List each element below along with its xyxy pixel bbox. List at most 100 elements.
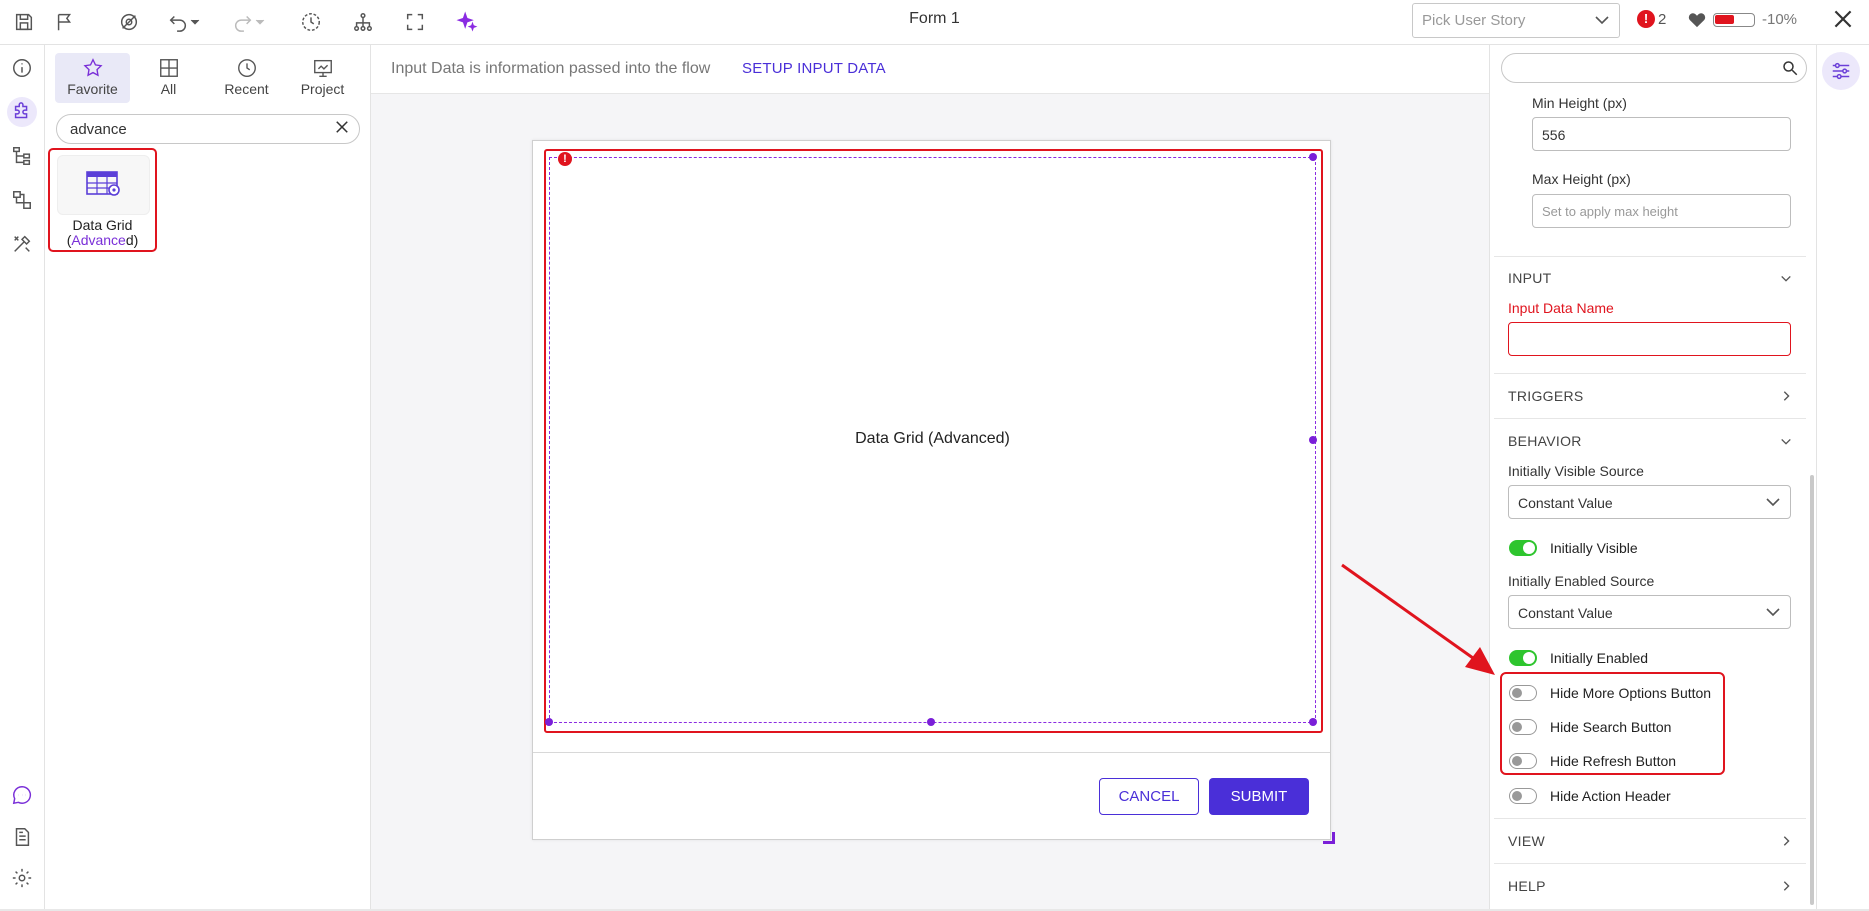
- form-divider: [533, 752, 1330, 753]
- components-icon[interactable]: [7, 97, 37, 127]
- resize-handle[interactable]: [1309, 436, 1317, 444]
- flow-icon[interactable]: [7, 185, 37, 215]
- tab-label: Recent: [224, 81, 269, 97]
- health-bar-fill: [1715, 15, 1734, 24]
- fullscreen-icon[interactable]: [401, 8, 429, 36]
- properties-search-input[interactable]: [1501, 53, 1807, 83]
- data-grid-label: Data Grid (Advanced): [50, 218, 155, 248]
- input-data-name-field[interactable]: [1508, 322, 1791, 356]
- tab-label: Favorite: [67, 81, 118, 97]
- hide-action-header-label: Hide Action Header: [1550, 788, 1671, 804]
- initially-enabled-label: Initially Enabled: [1550, 650, 1649, 666]
- chevron-down-icon[interactable]: [1780, 273, 1792, 285]
- tools-icon[interactable]: [7, 229, 37, 259]
- search-match-text: Advance: [71, 232, 126, 248]
- health-bar: [1713, 13, 1755, 27]
- search-icon[interactable]: [1781, 59, 1799, 77]
- info-icon[interactable]: [7, 53, 37, 83]
- section-divider: [1494, 373, 1806, 374]
- user-story-placeholder: Pick User Story: [1422, 12, 1526, 29]
- chevron-down-icon[interactable]: [1780, 436, 1792, 448]
- max-height-label: Max Height (px): [1532, 171, 1631, 187]
- save-icon[interactable]: [10, 8, 38, 36]
- chevron-down-icon: [1595, 16, 1609, 25]
- tab-recent[interactable]: Recent: [209, 53, 284, 103]
- clear-search-icon[interactable]: [333, 118, 351, 136]
- canvas-header: Input Data is information passed into th…: [371, 45, 1489, 94]
- tree-icon[interactable]: [7, 141, 37, 171]
- document-icon[interactable]: [7, 822, 37, 852]
- palette-search-input[interactable]: advance: [56, 114, 360, 144]
- redo-dropdown-icon[interactable]: [253, 8, 267, 36]
- error-count[interactable]: 2: [1658, 11, 1666, 28]
- label-text: d): [125, 232, 139, 248]
- section-divider: [1494, 863, 1806, 864]
- data-grid-advanced-item[interactable]: Data Grid (Advanced): [48, 148, 157, 252]
- behavior-section-header[interactable]: BEHAVIOR: [1508, 433, 1582, 449]
- tab-favorite[interactable]: Favorite: [55, 53, 130, 103]
- section-divider: [1494, 418, 1806, 419]
- sliders-icon: [1832, 62, 1850, 80]
- flag-icon[interactable]: [51, 8, 79, 36]
- form-resize-corner[interactable]: [1323, 832, 1335, 844]
- input-data-name-label: Input Data Name: [1508, 300, 1614, 316]
- chevron-down-icon: [1766, 498, 1780, 507]
- initially-visible-toggle[interactable]: [1509, 540, 1537, 556]
- tab-label: Project: [300, 81, 345, 97]
- chevron-right-icon[interactable]: [1780, 835, 1792, 847]
- user-story-select[interactable]: Pick User Story: [1412, 3, 1620, 38]
- data-grid-placeholder-label: Data Grid (Advanced): [855, 430, 1010, 447]
- error-icon[interactable]: !: [558, 152, 572, 166]
- project-icon: [313, 59, 332, 77]
- properties-sliders-button[interactable]: [1822, 52, 1860, 90]
- min-height-input[interactable]: 556: [1532, 117, 1791, 151]
- visible-source-select[interactable]: Constant Value: [1508, 485, 1791, 519]
- help-section-header[interactable]: HELP: [1508, 878, 1546, 894]
- hide-more-options-toggle[interactable]: [1509, 685, 1537, 701]
- data-grid-tile: [57, 155, 150, 215]
- hide-more-options-label: Hide More Options Button: [1550, 685, 1712, 701]
- error-icon[interactable]: !: [1637, 10, 1655, 28]
- cancel-button[interactable]: CANCEL: [1099, 778, 1199, 815]
- hide-refresh-label: Hide Refresh Button: [1550, 753, 1677, 769]
- tab-project[interactable]: Project: [285, 53, 360, 103]
- tab-all[interactable]: All: [131, 53, 206, 103]
- preview-icon[interactable]: [115, 8, 143, 36]
- initially-enabled-toggle[interactable]: [1509, 650, 1537, 666]
- properties-scrollbar[interactable]: [1810, 475, 1814, 905]
- visible-source-label: Initially Visible Source: [1508, 463, 1644, 479]
- enabled-source-value: Constant Value: [1518, 605, 1613, 621]
- enabled-source-select[interactable]: Constant Value: [1508, 595, 1791, 629]
- hierarchy-icon[interactable]: [349, 8, 377, 36]
- section-divider: [1494, 256, 1806, 257]
- resize-handle[interactable]: [1309, 153, 1317, 161]
- close-icon[interactable]: [1830, 6, 1856, 32]
- input-section-header[interactable]: INPUT: [1508, 270, 1552, 286]
- grid-icon: [159, 59, 178, 77]
- ai-sparkle-icon[interactable]: [453, 8, 481, 36]
- hide-refresh-toggle[interactable]: [1509, 753, 1537, 769]
- view-section-header[interactable]: VIEW: [1508, 833, 1545, 849]
- chevron-right-icon[interactable]: [1780, 390, 1792, 402]
- hide-search-toggle[interactable]: [1509, 719, 1537, 735]
- chat-icon[interactable]: [7, 780, 37, 810]
- hide-action-header-toggle[interactable]: [1509, 788, 1537, 804]
- setup-input-data-link[interactable]: SETUP INPUT DATA: [742, 60, 886, 77]
- resize-handle[interactable]: [1309, 718, 1317, 726]
- section-divider: [1494, 818, 1806, 819]
- max-height-input[interactable]: Set to apply max height: [1532, 194, 1791, 228]
- triggers-section-header[interactable]: TRIGGERS: [1508, 388, 1584, 404]
- undo-dropdown-icon[interactable]: [188, 8, 202, 36]
- left-rail: [0, 45, 45, 911]
- settings-gear-icon[interactable]: [7, 863, 37, 893]
- chevron-down-icon: [1766, 608, 1780, 617]
- resize-handle[interactable]: [545, 718, 553, 726]
- tab-label: All: [160, 81, 177, 97]
- visible-source-value: Constant Value: [1518, 495, 1613, 511]
- chevron-right-icon[interactable]: [1780, 880, 1792, 892]
- resize-handle[interactable]: [927, 718, 935, 726]
- history-icon[interactable]: [297, 8, 325, 36]
- submit-button[interactable]: SUBMIT: [1209, 778, 1309, 815]
- right-rail: [1816, 45, 1869, 911]
- health-percent: -10%: [1762, 11, 1798, 28]
